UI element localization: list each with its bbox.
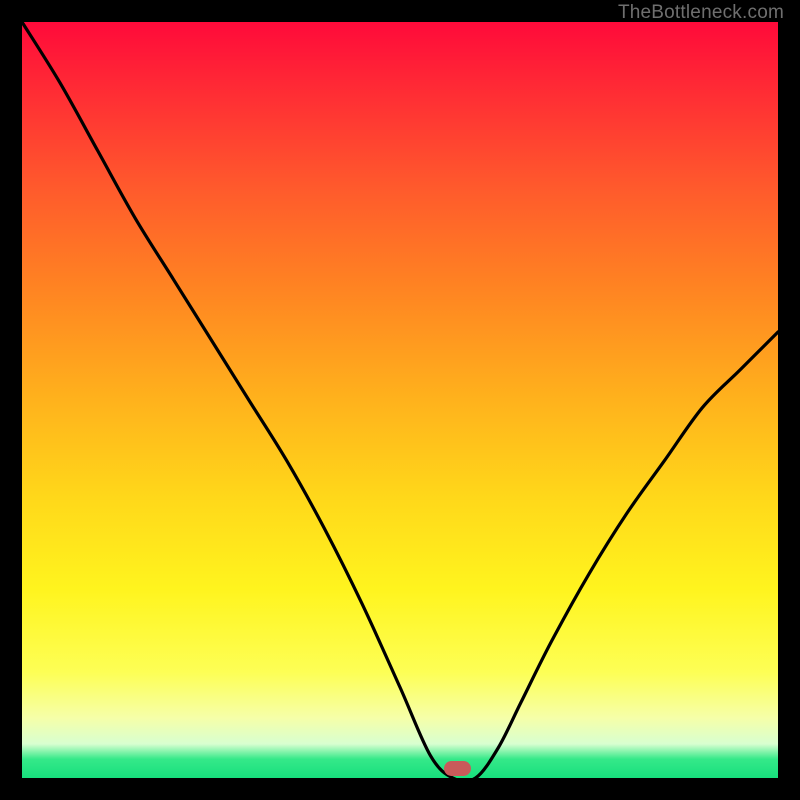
chart-frame: TheBottleneck.com [0,0,800,800]
watermark-text: TheBottleneck.com [618,2,784,24]
bottleneck-curve [22,22,778,778]
chart-plot-area [22,22,778,778]
optimal-point-marker [444,761,471,776]
